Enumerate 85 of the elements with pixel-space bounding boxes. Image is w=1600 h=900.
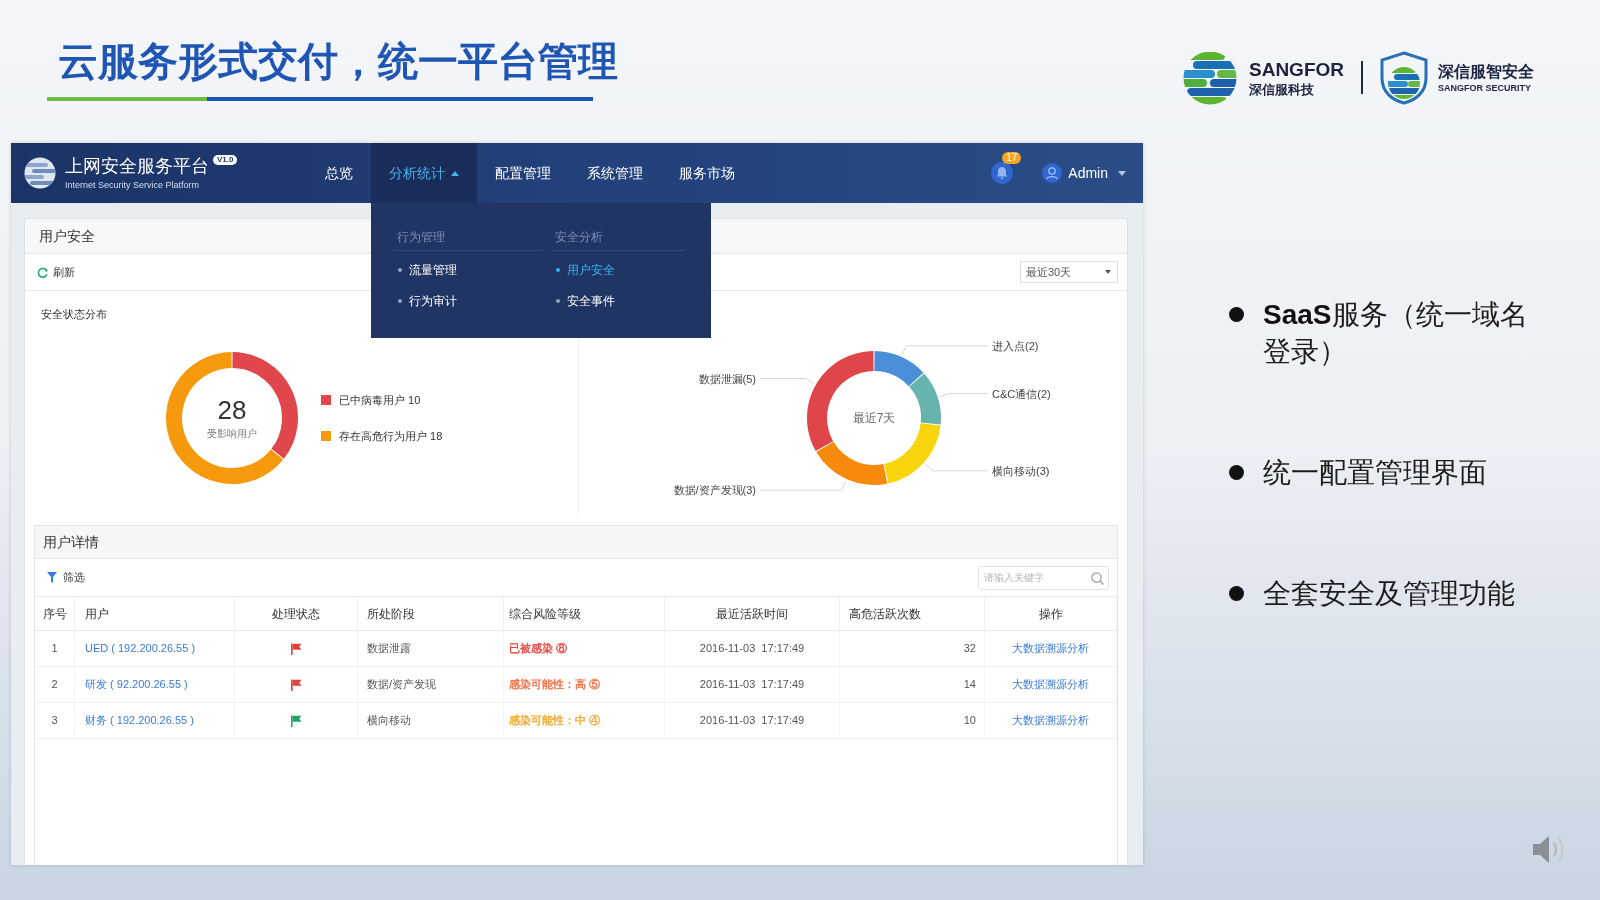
chart-center-label: 最近7天 — [852, 410, 896, 426]
table-cell: 2016-11-03 17:17:49 — [665, 667, 840, 702]
logo-name: 深信服智安全 — [1438, 62, 1534, 82]
avatar-icon — [1042, 163, 1063, 183]
nav-tab[interactable]: 分析统计 — [371, 143, 477, 203]
legend-label: 已中病毒用户 10 — [339, 393, 421, 407]
bullet-icon — [1229, 307, 1244, 322]
user-link[interactable]: 财务 ( 192.200.26.55 ) — [85, 712, 194, 729]
table-cell: 2 — [35, 667, 75, 702]
logo-icon — [24, 157, 56, 189]
menu-heading: 安全分析 — [552, 229, 685, 251]
risk-label: 已被感染 ⑧ — [509, 641, 568, 657]
table-cell: 数据泄露 — [358, 631, 504, 666]
caret-icon — [1118, 170, 1126, 176]
leader-line — [924, 463, 989, 472]
legend-label: 存在高危行为用户 18 — [339, 429, 443, 443]
column-header: 处理状态 — [235, 597, 358, 630]
app-title: 上网安全服务平台 — [65, 155, 209, 177]
user-link[interactable]: UED ( 192.200.26.55 ) — [85, 640, 196, 657]
nav-tab[interactable]: 系统管理 — [569, 143, 661, 203]
slide-title: 云服务形式交付，统一平台管理 — [57, 38, 618, 85]
column-header: 最近活跃时间 — [665, 597, 840, 630]
bell-icon[interactable] — [991, 162, 1014, 184]
version-badge: V1.0 — [213, 154, 238, 165]
chart-center-label: 受影响用户 — [207, 427, 257, 440]
filter-icon — [47, 572, 57, 583]
risk-label: 感染可能性：中 ④ — [509, 713, 601, 729]
user-link[interactable]: 研发 ( 92.200.26.55 ) — [85, 676, 188, 693]
column-header: 用户 — [75, 597, 235, 630]
table-cell: 32 — [840, 631, 985, 666]
bullet-text: 全套安全及管理功能 — [1263, 577, 1516, 611]
table-cell: 14 — [840, 667, 985, 702]
caret-icon — [1105, 270, 1111, 274]
bullet-icon — [1229, 465, 1244, 480]
date-range-select[interactable]: 最近30天 — [1020, 261, 1118, 283]
menu-item[interactable]: 安全事件 — [552, 293, 615, 309]
table-cell: 2016-11-03 17:17:49 — [665, 631, 840, 666]
notification-badge: 17 — [1002, 152, 1022, 164]
menu-item[interactable]: 流量管理 — [394, 262, 457, 278]
chart-label: 进入点(2) — [992, 338, 1039, 353]
bullet-text: 统一配置管理界面 — [1263, 456, 1488, 490]
leader-line — [939, 393, 989, 398]
analysis-link[interactable]: 大数据溯源分析 — [1012, 712, 1089, 729]
bullet-icon — [1229, 586, 1244, 601]
section-title: 安全状态分布 — [41, 307, 107, 322]
logo-name: SANGFOR — [1249, 58, 1344, 81]
chart-center-value: 28 — [217, 396, 247, 424]
chart-label: 数据/资产发现(3) — [673, 483, 756, 498]
column-header: 所处阶段 — [358, 597, 504, 630]
globe-logo-icon — [1183, 51, 1237, 105]
nav-tab[interactable]: 配置管理 — [477, 143, 569, 203]
chart-label: 数据泄漏(5) — [698, 371, 756, 386]
menu-item[interactable]: 用户安全 — [552, 262, 615, 278]
column-header: 综合风险等级 — [504, 597, 665, 630]
menu-heading: 行为管理 — [394, 229, 542, 251]
nav-tab[interactable]: 总览 — [307, 143, 371, 203]
search-icon[interactable] — [1091, 571, 1104, 585]
logo-tagline: SANGFOR SECURITY — [1438, 82, 1532, 94]
table-cell: 3 — [35, 703, 75, 738]
column-header: 高危活跃次数 — [840, 597, 985, 630]
filter-button[interactable]: 筛选 — [47, 569, 85, 586]
chart-label: C&C通信(2) — [992, 386, 1051, 401]
nav-tab[interactable]: 服务市场 — [661, 143, 753, 203]
app-subtitle: Internet Security Service Platform — [65, 179, 201, 191]
refresh-button[interactable]: 刷新 — [37, 263, 75, 281]
bullet-text: SaaS服务（统一域名登录） — [1263, 298, 1529, 369]
column-header: 序号 — [35, 597, 75, 630]
panel-title: 用户详情 — [35, 526, 1117, 559]
leader-line — [759, 378, 815, 384]
search-field[interactable]: 请输入关键字 — [978, 565, 1109, 590]
table-cell: 1 — [35, 631, 75, 666]
logo-tagline: 深信服科技 — [1249, 80, 1315, 98]
refresh-icon — [37, 266, 48, 278]
chart-label: 横向移动(3) — [992, 463, 1050, 478]
menu-item[interactable]: 行为审计 — [394, 293, 457, 309]
table-cell: 横向移动 — [358, 703, 504, 738]
risk-label: 感染可能性：高 ⑤ — [509, 677, 601, 693]
analysis-link[interactable]: 大数据溯源分析 — [1012, 640, 1089, 657]
analysis-link[interactable]: 大数据溯源分析 — [1012, 676, 1089, 693]
column-header: 操作 — [985, 597, 1117, 630]
table-cell: 数据/资产发现 — [358, 667, 504, 702]
table-cell: 10 — [840, 703, 985, 738]
table-cell: 2016-11-03 17:17:49 — [665, 703, 840, 738]
shield-logo-icon — [1380, 51, 1428, 105]
user-menu[interactable]: Admin — [1042, 162, 1126, 184]
